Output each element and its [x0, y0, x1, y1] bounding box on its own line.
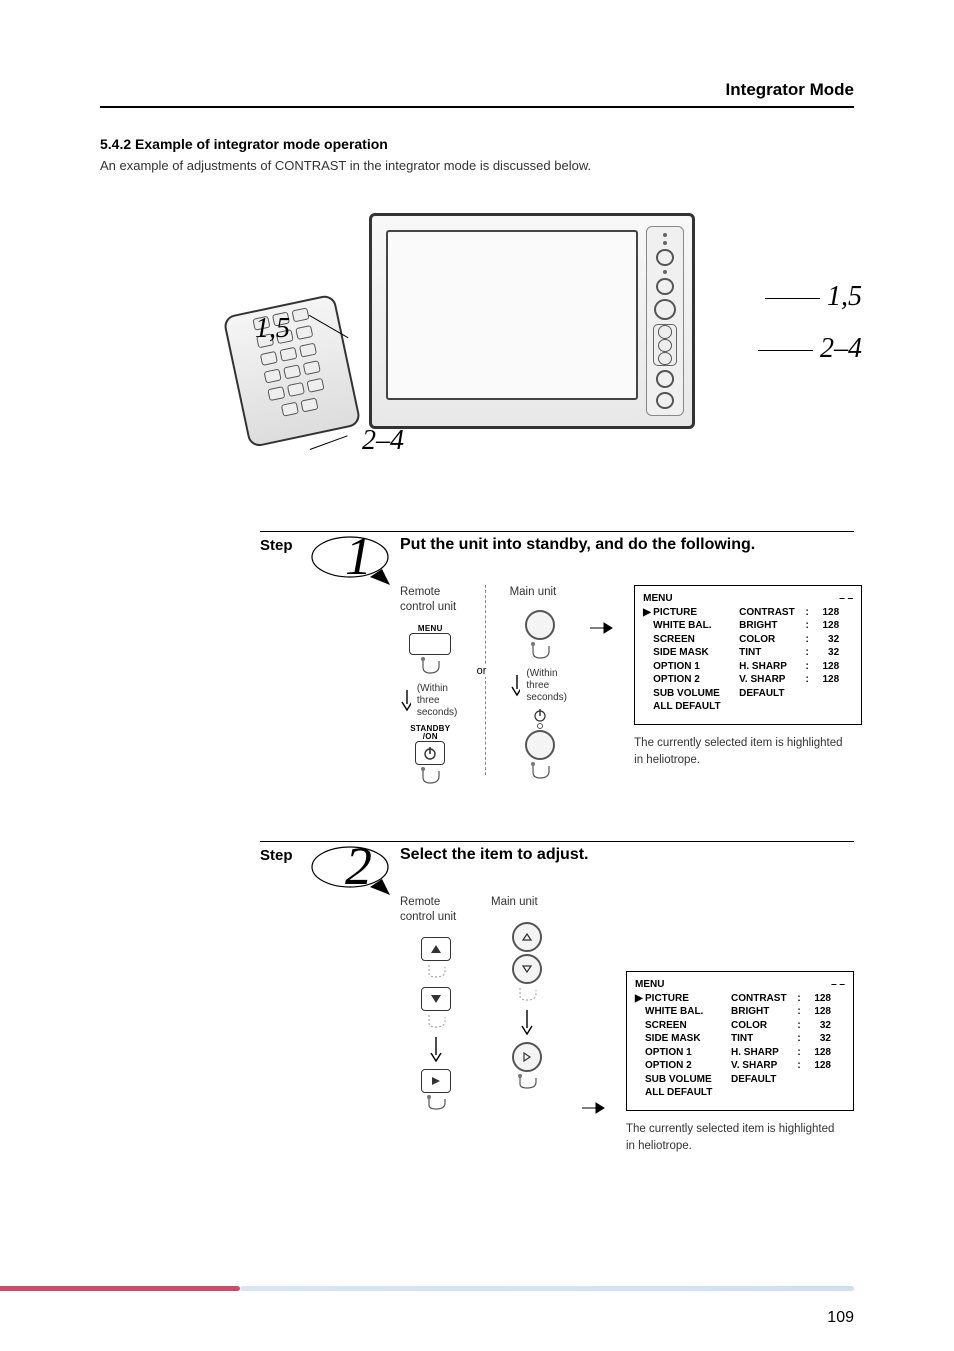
callout-text: 1,5 — [827, 281, 862, 312]
main-unit-label: Main unit — [510, 585, 557, 600]
remote-col: Remote control unit MENU (Within three s… — [400, 585, 461, 787]
tv-illustration — [369, 213, 739, 453]
within-text: (Within three seconds) — [526, 668, 570, 704]
press-hand-icon — [423, 1013, 449, 1031]
remote-menu-button-icon — [409, 633, 451, 655]
document-page: Integrator Mode 5.4.2 Example of integra… — [0, 0, 954, 1351]
osd-menu-box: MENU– –▶PICTURECONTRAST:128 WHITE BAL.BR… — [626, 971, 854, 1111]
menu-button-label: MENU — [418, 625, 443, 633]
callout-text: 2–4 — [820, 333, 862, 364]
menu-caption: The currently selected item is highlight… — [626, 1121, 836, 1156]
press-hand-icon — [417, 657, 443, 677]
remote-down-button-icon — [421, 987, 451, 1011]
down-arrow-icon — [429, 1037, 443, 1063]
step-2: Step 2 Select the item to adjust. Remote… — [100, 833, 854, 1173]
power-icon — [533, 708, 547, 722]
header-rule — [100, 106, 854, 108]
main-unit-col: Main unit — [491, 895, 562, 1092]
callout-remote-1-5: 1,5 — [255, 313, 342, 345]
step-label: Step — [260, 847, 293, 864]
step-title: Put the unit into standby, and do the fo… — [400, 535, 860, 556]
hero-illustration: 1,5 2–4 1,5 — [100, 193, 854, 493]
main-unit-label: Main unit — [491, 895, 538, 910]
callout-tv-2-4: 2–4 — [758, 333, 862, 365]
or-label: or — [475, 665, 489, 677]
step-1: Step 1 Put the unit into standby, and do… — [100, 523, 854, 823]
panel-right-button-icon — [512, 1042, 542, 1072]
press-hand-icon — [514, 1074, 540, 1092]
section-heading: 5.4.2 Example of integrator mode operati… — [100, 136, 854, 152]
callout-tv-1-5: 1,5 — [765, 281, 862, 313]
panel-button-icon — [525, 730, 555, 760]
press-hand-icon — [527, 762, 553, 782]
press-hand-icon — [514, 986, 540, 1004]
panel-down-button-icon — [512, 954, 542, 984]
led-icon — [536, 722, 544, 730]
down-arrow-icon — [510, 675, 521, 697]
remote-standby-button-icon — [415, 741, 445, 765]
power-icon — [423, 746, 437, 760]
panel-button-icon — [525, 610, 555, 640]
press-hand-icon — [423, 963, 449, 981]
press-hand-icon — [527, 642, 553, 662]
main-unit-col: Main unit (Within three seconds) — [510, 585, 571, 782]
running-header: Integrator Mode — [100, 80, 854, 100]
press-hand-icon — [417, 767, 443, 787]
page-number: 109 — [827, 1309, 854, 1327]
remote-right-button-icon — [421, 1069, 451, 1093]
panel-up-button-icon — [512, 922, 542, 952]
down-arrow-icon — [520, 1010, 534, 1036]
right-arrow-icon — [590, 621, 614, 635]
right-arrow-icon — [582, 1101, 606, 1115]
menu-caption: The currently selected item is highlight… — [634, 735, 844, 770]
remote-label: Remote control unit — [400, 895, 456, 925]
intro-text: An example of adjustments of CONTRAST in… — [100, 158, 854, 173]
callout-text: 1,5 — [255, 313, 290, 344]
osd-menu-box: MENU– –▶PICTURECONTRAST:128 WHITE BAL.BR… — [634, 585, 862, 725]
press-hand-icon — [423, 1095, 449, 1113]
footer-bar — [0, 1286, 854, 1291]
remote-up-button-icon — [421, 937, 451, 961]
step-number: 2 — [345, 835, 372, 897]
remote-col: Remote control unit — [400, 895, 471, 1113]
step-number: 1 — [345, 525, 372, 587]
down-arrow-icon — [400, 690, 411, 712]
standby-label: STANDBY /ON — [410, 725, 450, 741]
step-label: Step — [260, 537, 293, 554]
step-title: Select the item to adjust. — [400, 845, 860, 866]
remote-label: Remote control unit — [400, 585, 456, 615]
within-text: (Within three seconds) — [417, 683, 461, 719]
